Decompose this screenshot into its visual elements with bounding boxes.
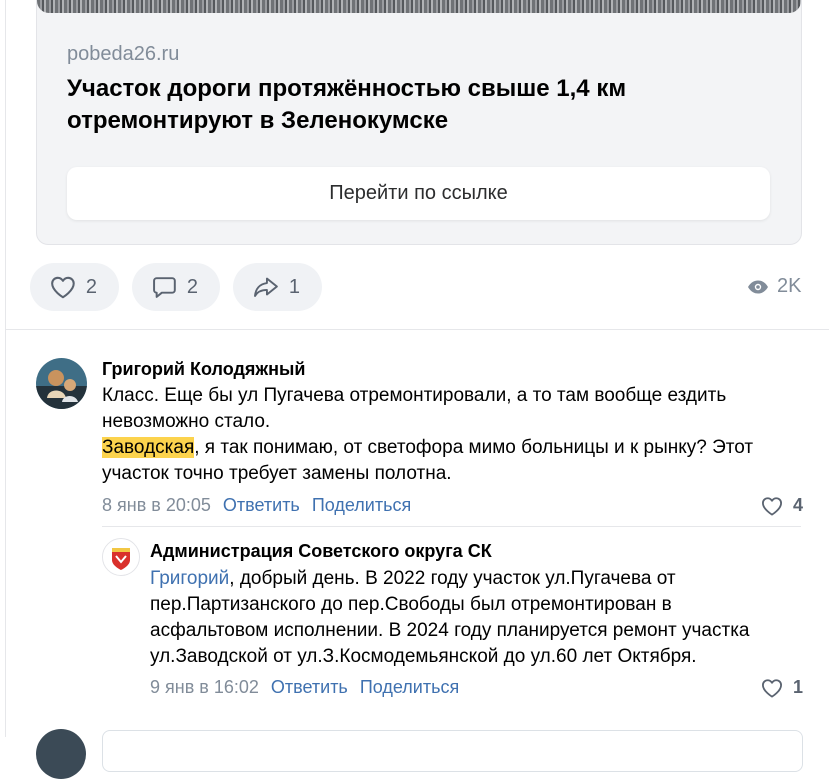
comment-count: 2 (186, 275, 198, 298)
comment-text: Григорий, добрый день. В 2022 году участ… (150, 566, 790, 670)
reply-button[interactable]: Ответить (271, 677, 348, 698)
views-counter: 2K (747, 275, 801, 298)
share-comment-button[interactable]: Поделиться (360, 677, 459, 698)
heart-icon (762, 678, 782, 698)
comment-input[interactable] (102, 730, 803, 772)
comment-date[interactable]: 9 янв в 16:02 (150, 677, 259, 698)
like-button[interactable]: 2 (30, 263, 119, 311)
comment-meta: 8 янв в 20:05 Ответить Поделиться (102, 495, 411, 516)
comment-author[interactable]: Григорий Колодяжный (102, 359, 305, 380)
left-border (5, 0, 6, 737)
like-count: 2 (85, 275, 97, 298)
comment-like-button[interactable]: 1 (761, 677, 803, 698)
comment-paragraph: Класс. Еще бы ул Пугачева отремонтировал… (102, 385, 727, 432)
comment-like-count: 1 (793, 677, 804, 697)
comment-like-button[interactable]: 4 (761, 495, 803, 516)
share-count: 1 (288, 275, 300, 298)
comment-paragraph: Григорий, добрый день. В 2022 году участ… (150, 566, 790, 670)
avatar[interactable] (36, 358, 87, 409)
link-domain: pobeda26.ru (67, 43, 180, 65)
comment-date[interactable]: 8 янв в 20:05 (102, 495, 211, 516)
reply-divider (102, 526, 801, 527)
heart-icon (51, 276, 75, 299)
avatar[interactable] (102, 538, 140, 576)
comment-text-rest: , добрый день. В 2022 году участок ул.Пу… (150, 568, 750, 667)
share-button[interactable]: 1 (233, 263, 322, 311)
reply-button[interactable]: Ответить (223, 495, 300, 516)
share-icon (254, 277, 278, 297)
share-comment-button[interactable]: Поделиться (312, 495, 411, 516)
link-preview-card[interactable]: pobeda26.ru Участок дороги протяжённость… (36, 0, 802, 245)
link-preview-image[interactable] (37, 0, 801, 13)
post-divider (6, 329, 829, 330)
comment-text-rest: , я так понимаю, от светофора мимо больн… (102, 437, 754, 484)
comment-author[interactable]: Администрация Советского округа СК (150, 541, 492, 562)
link-title[interactable]: Участок дороги протяжённостью свыше 1,4 … (67, 73, 747, 137)
views-count: 2K (777, 275, 802, 297)
heart-icon (762, 496, 782, 516)
post-actions: 2 2 1 (30, 263, 322, 311)
comment-like-count: 4 (793, 495, 804, 515)
open-link-button[interactable]: Перейти по ссылке (67, 167, 770, 220)
highlighted-mention: Заводская (102, 437, 195, 458)
comment-paragraph: Заводская, я так понимаю, от светофора м… (102, 435, 792, 487)
comment-meta: 9 янв в 16:02 Ответить Поделиться (150, 677, 459, 698)
eye-icon (748, 280, 768, 293)
comment-button[interactable]: 2 (132, 263, 220, 311)
mention-link[interactable]: Григорий (150, 568, 229, 589)
comment-text: Класс. Еще бы ул Пугачева отремонтировал… (102, 383, 792, 487)
comment-icon (153, 277, 176, 298)
